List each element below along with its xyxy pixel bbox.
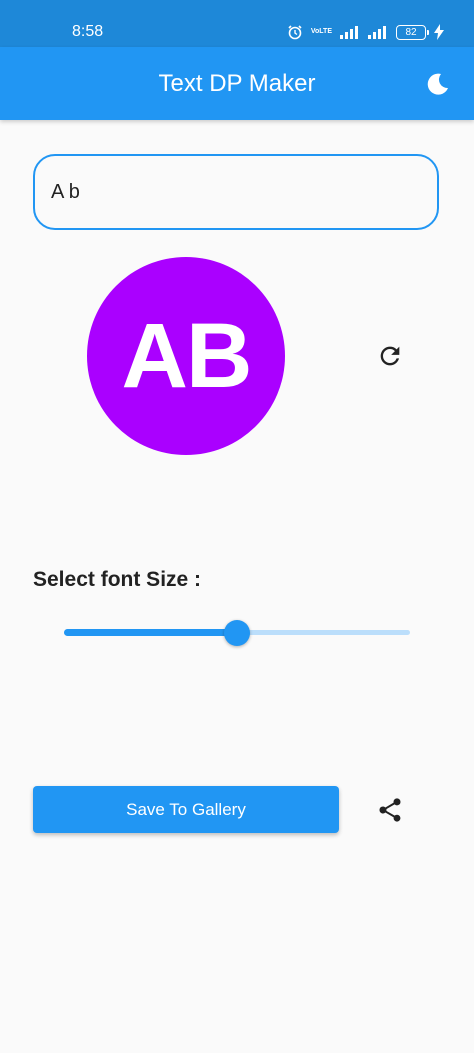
text-input-container — [33, 154, 439, 230]
battery-icon: 82 — [396, 24, 429, 40]
refresh-icon — [380, 346, 400, 366]
app-title: Text DP Maker — [158, 70, 316, 97]
alarm-icon — [288, 25, 302, 40]
status-icons: VoLTE 82 — [287, 22, 444, 42]
font-size-slider[interactable] — [64, 618, 410, 648]
share-icon — [379, 798, 401, 822]
charging-icon — [434, 24, 444, 40]
slider-thumb[interactable] — [224, 620, 250, 646]
theme-toggle-button[interactable] — [418, 64, 458, 104]
dp-preview-initials: AB — [121, 304, 253, 407]
text-input[interactable] — [49, 156, 423, 229]
share-button[interactable] — [372, 792, 408, 828]
slider-active-track — [64, 629, 237, 636]
volte-icon: VoLTE — [310, 28, 332, 35]
refresh-button[interactable] — [372, 338, 408, 374]
dp-preview: AB — [87, 257, 285, 455]
status-bar: 8:58 VoLTE 82 — [0, 0, 474, 47]
font-size-label: Select font Size : — [33, 568, 202, 591]
signal-icon — [340, 26, 358, 39]
save-to-gallery-button[interactable]: Save To Gallery — [33, 786, 339, 833]
status-time: 8:58 — [72, 23, 104, 40]
signal-icon — [368, 26, 386, 39]
moon-icon — [427, 73, 448, 95]
app-bar: Text DP Maker — [0, 47, 474, 120]
